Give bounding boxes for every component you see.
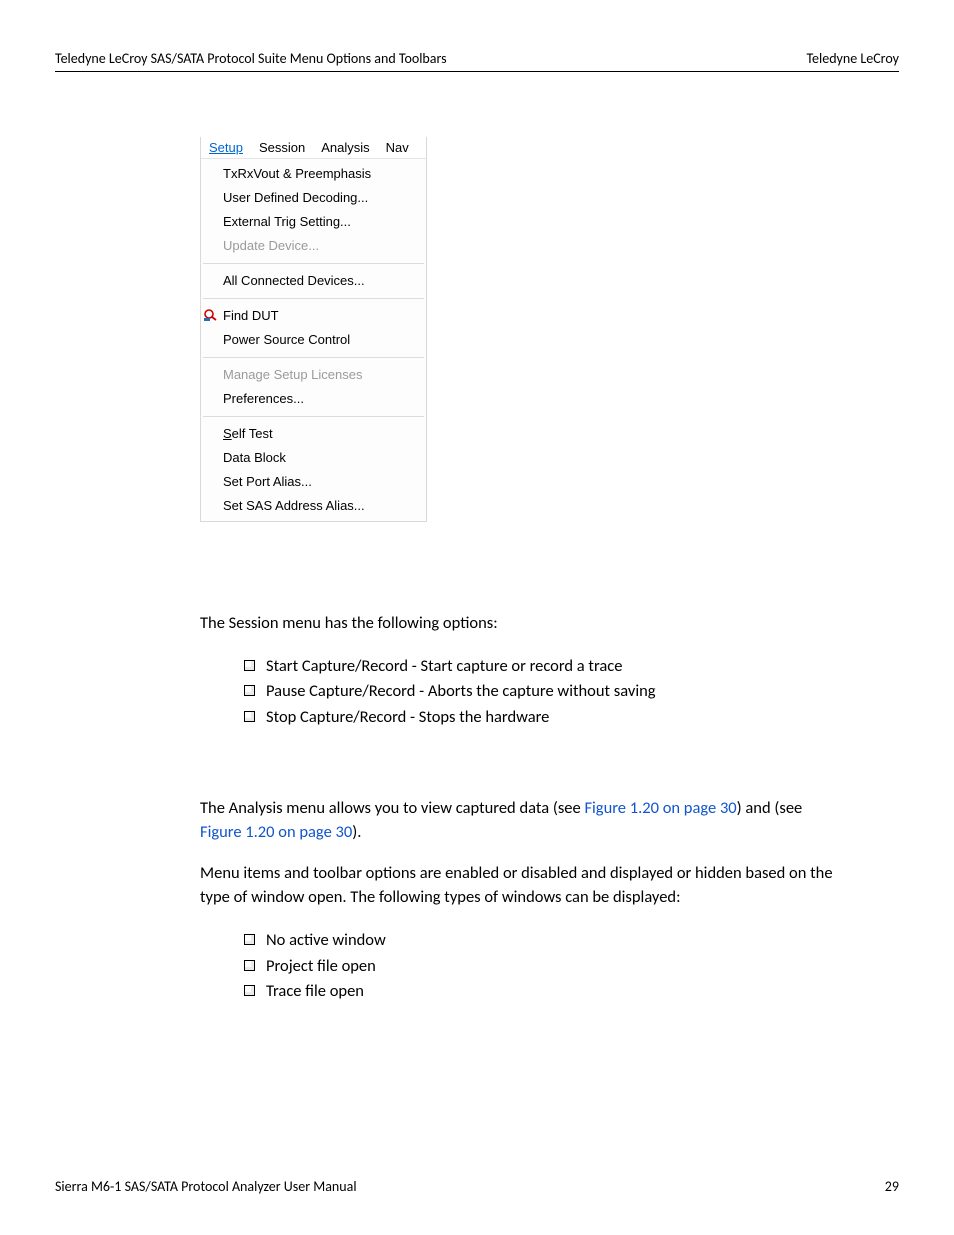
menubar: Setup Session Analysis Nav [201,137,426,159]
footer-left: Sierra M6-1 SAS/SATA Protocol Analyzer U… [55,1178,357,1195]
menu-set-port-alias[interactable]: Set Port Alias... [201,470,426,494]
menubar-session[interactable]: Session [251,137,313,158]
menu-set-sas-alias[interactable]: Set SAS Address Alias... [201,494,426,518]
analysis-paragraph: The Analysis menu allows you to view cap… [200,797,844,845]
menu-data-block[interactable]: Data Block [201,446,426,470]
menu-all-connected[interactable]: All Connected Devices... [201,269,426,293]
analysis-text-pre: The Analysis menu allows you to view cap… [200,798,584,818]
page-footer: Sierra M6-1 SAS/SATA Protocol Analyzer U… [55,1172,899,1195]
menu-preferences[interactable]: Preferences... [201,387,426,411]
menu-separator [203,298,424,299]
window-types-list: No active window Project file open Trace… [200,928,844,1005]
list-item: Pause Capture/Record - Aborts the captur… [244,679,844,705]
menubar-nav[interactable]: Nav [378,137,422,158]
analysis-text-mid: ) and (see [737,798,803,818]
menu-external-trig[interactable]: External Trig Setting... [201,210,426,234]
list-item: Start Capture/Record - Start capture or … [244,654,844,680]
list-item: Stop Capture/Record - Stops the hardware [244,705,844,731]
page-header: Teledyne LeCroy SAS/SATA Protocol Suite … [55,50,899,72]
list-item: No active window [244,928,844,954]
menu-find-dut-label: Find DUT [223,308,279,323]
menu-licenses: Manage Setup Licenses [201,363,426,387]
menubar-setup[interactable]: Setup [201,137,251,158]
figure-link[interactable]: Figure 1.20 on page 30 [584,798,736,818]
header-right: Teledyne LeCroy [806,50,899,67]
menubar-analysis[interactable]: Analysis [313,137,377,158]
footer-page-number: 29 [885,1178,899,1195]
menu-self-test[interactable]: Self Test [201,422,426,446]
menuitems-paragraph: Menu items and toolbar options are enabl… [200,862,844,910]
menu-power-source[interactable]: Power Source Control [201,328,426,352]
figure-link[interactable]: Figure 1.20 on page 30 [200,822,352,842]
menu-txrx[interactable]: TxRxVout & Preemphasis [201,162,426,186]
session-options-list: Start Capture/Record - Start capture or … [200,654,844,731]
session-intro-text: The Session menu has the following optio… [200,612,844,636]
menu-find-dut[interactable]: Find DUT [201,304,426,328]
setup-menu-dropdown: Setup Session Analysis Nav TxRxVout & Pr… [200,137,427,522]
menu-separator [203,416,424,417]
analysis-text-post: ). [352,822,361,842]
header-left: Teledyne LeCroy SAS/SATA Protocol Suite … [55,50,447,67]
menu-separator [203,263,424,264]
menu-update-device: Update Device... [201,234,426,258]
find-dut-icon [203,308,219,322]
menu-separator [203,357,424,358]
list-item: Project file open [244,954,844,980]
menu-user-defined-decoding[interactable]: User Defined Decoding... [201,186,426,210]
list-item: Trace file open [244,979,844,1005]
